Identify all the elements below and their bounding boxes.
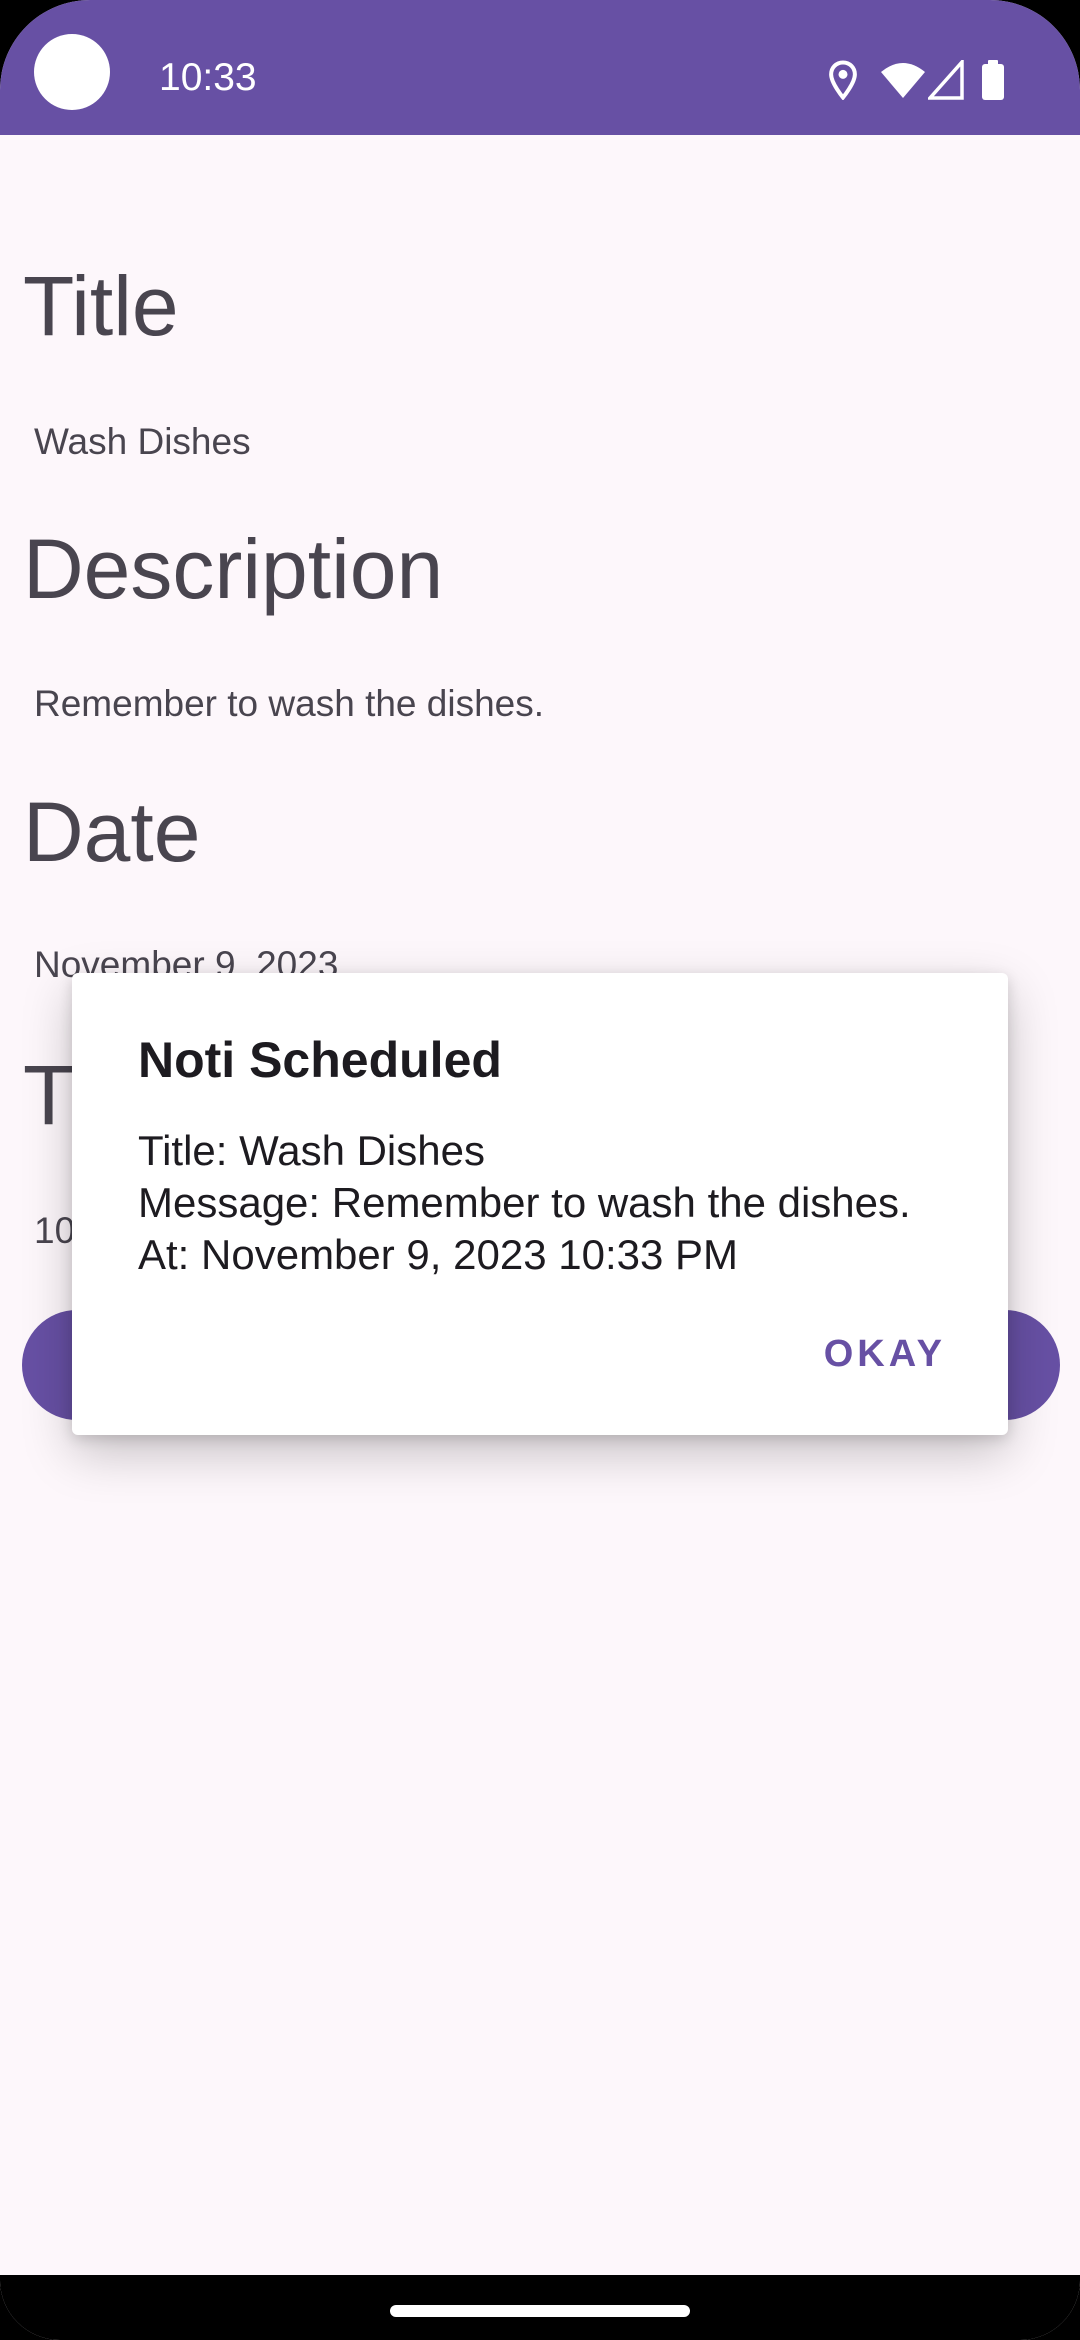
cellular-signal-icon <box>928 60 964 100</box>
dialog-message-title-line: Title: Wash Dishes <box>138 1127 485 1174</box>
okay-button[interactable]: OKAY <box>824 1335 946 1373</box>
camera-cutout <box>34 34 110 110</box>
status-bar: 10:33 <box>0 0 1080 135</box>
dialog-message: Title: Wash Dishes Message: Remember to … <box>138 1125 911 1281</box>
battery-icon <box>982 60 1004 100</box>
dialog-title: Noti Scheduled <box>138 1032 502 1088</box>
alert-dialog: Noti Scheduled Title: Wash Dishes Messag… <box>72 973 1008 1435</box>
app-screen: 10:33 Title Wash Dishes Description Reme… <box>0 0 1080 2340</box>
dialog-message-time-line: At: November 9, 2023 10:33 PM <box>138 1231 738 1278</box>
location-icon <box>829 60 857 100</box>
navigation-bar <box>0 2275 1080 2340</box>
dialog-message-body-line: Message: Remember to wash the dishes. <box>138 1179 911 1226</box>
wifi-icon <box>881 63 925 98</box>
status-clock: 10:33 <box>159 56 257 99</box>
home-gesture-handle[interactable] <box>390 2305 690 2317</box>
